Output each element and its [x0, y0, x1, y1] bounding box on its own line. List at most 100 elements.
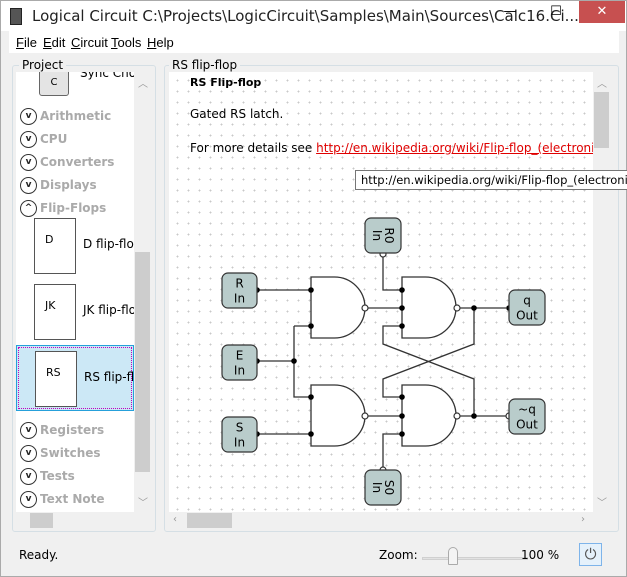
input-pin-s[interactable]: SIn	[221, 416, 258, 453]
inverter-bubble	[453, 412, 461, 420]
chevron-down-icon: v	[20, 108, 37, 125]
status-text: Ready.	[19, 548, 59, 562]
project-vscrollbar[interactable]: ︿ ﹀	[134, 72, 151, 512]
input-pin-s0[interactable]: S0In	[364, 469, 402, 506]
category-12[interactable]: v Tests	[20, 468, 75, 485]
scroll-thumb[interactable]	[30, 513, 53, 528]
status-bar: Ready. Zoom: 100 % ⏻	[1, 541, 626, 577]
pin-label: In	[370, 230, 384, 241]
category-10[interactable]: v Registers	[20, 422, 104, 439]
pin-label: S	[236, 421, 244, 435]
junction-dot	[308, 323, 314, 329]
zoom-slider[interactable]	[422, 543, 528, 567]
junction-dot	[471, 413, 477, 419]
main-window: Logical Circuit C:\Projects\LogicCircuit…	[0, 0, 627, 577]
project-label: Project	[19, 58, 67, 72]
category-label: Converters	[40, 155, 115, 169]
output-pin-not-q[interactable]: ~qOut	[508, 398, 546, 435]
list-item-rs-flip-flop[interactable]: RS RS flip-flop	[16, 345, 134, 411]
and-gate	[310, 384, 366, 447]
zoom-value: 100 %	[521, 548, 560, 562]
circuit-canvas[interactable]: RS Flip-flop Gated RS latch. For more de…	[169, 72, 593, 512]
circuit-diagram: RInEInSInR0InS0InqOut~qOut	[221, 217, 546, 506]
category-3[interactable]: v Displays	[20, 177, 97, 194]
category-label: Text Note	[40, 492, 105, 506]
close-button[interactable]: ✕	[579, 1, 625, 23]
nand-gate	[401, 384, 457, 447]
category-0[interactable]: v Arithmetic	[20, 108, 111, 125]
chevron-down-icon: v	[20, 468, 37, 485]
menu-circuit[interactable]: Circuit	[71, 35, 108, 50]
junction-dot	[399, 323, 405, 329]
junction-dot	[399, 287, 405, 293]
category-11[interactable]: v Switches	[20, 445, 101, 462]
flip-flop-chip-icon: JK	[34, 284, 76, 340]
scroll-thumb[interactable]	[594, 92, 609, 148]
inverter-bubble	[361, 412, 369, 420]
category-2[interactable]: v Converters	[20, 154, 114, 171]
input-pin-e[interactable]: EIn	[221, 344, 258, 381]
junction-dot	[399, 413, 405, 419]
scroll-up-icon[interactable]: ︿	[597, 75, 607, 90]
chevron-down-icon: v	[20, 154, 37, 171]
category-label: Tests	[40, 469, 75, 483]
app-icon	[10, 8, 22, 25]
menu-help[interactable]: Help	[147, 35, 174, 50]
scroll-up-icon[interactable]: ︿	[138, 75, 148, 90]
scroll-left-icon[interactable]: ‹	[173, 514, 177, 525]
project-tree: Sync CnotCvArithmeticvCPUvConvertersvDis…	[16, 72, 134, 512]
editor-hscrollbar[interactable]: ‹ ›	[169, 512, 593, 529]
zoom-label: Zoom:	[379, 548, 418, 562]
scroll-down-icon[interactable]: ﹀	[597, 494, 607, 509]
list-item-jk-flip-flop[interactable]: JK JK flip-flop	[16, 279, 134, 345]
category-label: Registers	[40, 423, 105, 437]
input-pin-r[interactable]: RIn	[221, 272, 258, 309]
project-hscrollbar[interactable]	[16, 512, 134, 529]
maximize-button[interactable]: ☐	[533, 1, 579, 23]
category-13[interactable]: v Text Note	[20, 491, 105, 508]
junction-dot	[399, 431, 405, 437]
category-label: Arithmetic	[40, 109, 112, 123]
pin-label: ~q	[518, 403, 536, 417]
pin-label: In	[234, 364, 245, 378]
editor-label: RS flip-flop	[169, 58, 241, 72]
output-pin-q[interactable]: qOut	[508, 289, 546, 326]
wire	[382, 257, 402, 291]
junction-dot	[308, 394, 314, 400]
pin-label: Out	[516, 309, 538, 323]
chevron-down-icon: v	[20, 131, 37, 148]
category-1[interactable]: v CPU	[20, 131, 67, 148]
list-item-label: Sync Cnot	[80, 72, 134, 80]
scroll-down-icon[interactable]: ﹀	[138, 494, 148, 509]
power-icon: ⏻	[584, 545, 597, 563]
scroll-thumb[interactable]	[187, 513, 232, 528]
pin-label: q	[523, 294, 531, 308]
wire	[382, 433, 402, 467]
component-chip[interactable]: C	[39, 72, 69, 96]
chip-label: JK	[45, 299, 56, 312]
chevron-down-icon: v	[20, 491, 37, 508]
zoom-slider-thumb[interactable]	[448, 547, 458, 565]
chip-label: RS	[46, 366, 61, 379]
pin-label: E	[236, 349, 244, 363]
list-item-label: JK flip-flop	[83, 303, 134, 317]
menu-file[interactable]: File	[16, 35, 37, 50]
minimize-button[interactable]: —	[487, 1, 533, 23]
scroll-right-icon[interactable]: ›	[581, 514, 585, 525]
flip-flop-chip-icon: D	[34, 218, 76, 274]
pin-label: Out	[516, 418, 538, 432]
editor-vscrollbar[interactable]: ︿ ﹀	[593, 72, 610, 512]
pin-label: In	[234, 436, 245, 450]
list-item-d-flip-flop[interactable]: D D flip-flop	[16, 213, 134, 279]
power-button[interactable]: ⏻	[579, 543, 602, 566]
pin-label: In	[234, 292, 245, 306]
menu-edit[interactable]: Edit	[43, 35, 65, 50]
menu-tools[interactable]: Tools	[111, 35, 141, 50]
chip-label: D	[45, 233, 54, 246]
inverter-bubble	[361, 304, 369, 312]
list-item-label: D flip-flop	[83, 237, 134, 251]
link-tooltip: http://en.wikipedia.org/wiki/Flip-flop_(…	[355, 170, 627, 190]
scroll-thumb[interactable]	[135, 252, 150, 472]
input-pin-r0[interactable]: R0In	[364, 217, 402, 254]
pin-label: R	[235, 277, 243, 291]
